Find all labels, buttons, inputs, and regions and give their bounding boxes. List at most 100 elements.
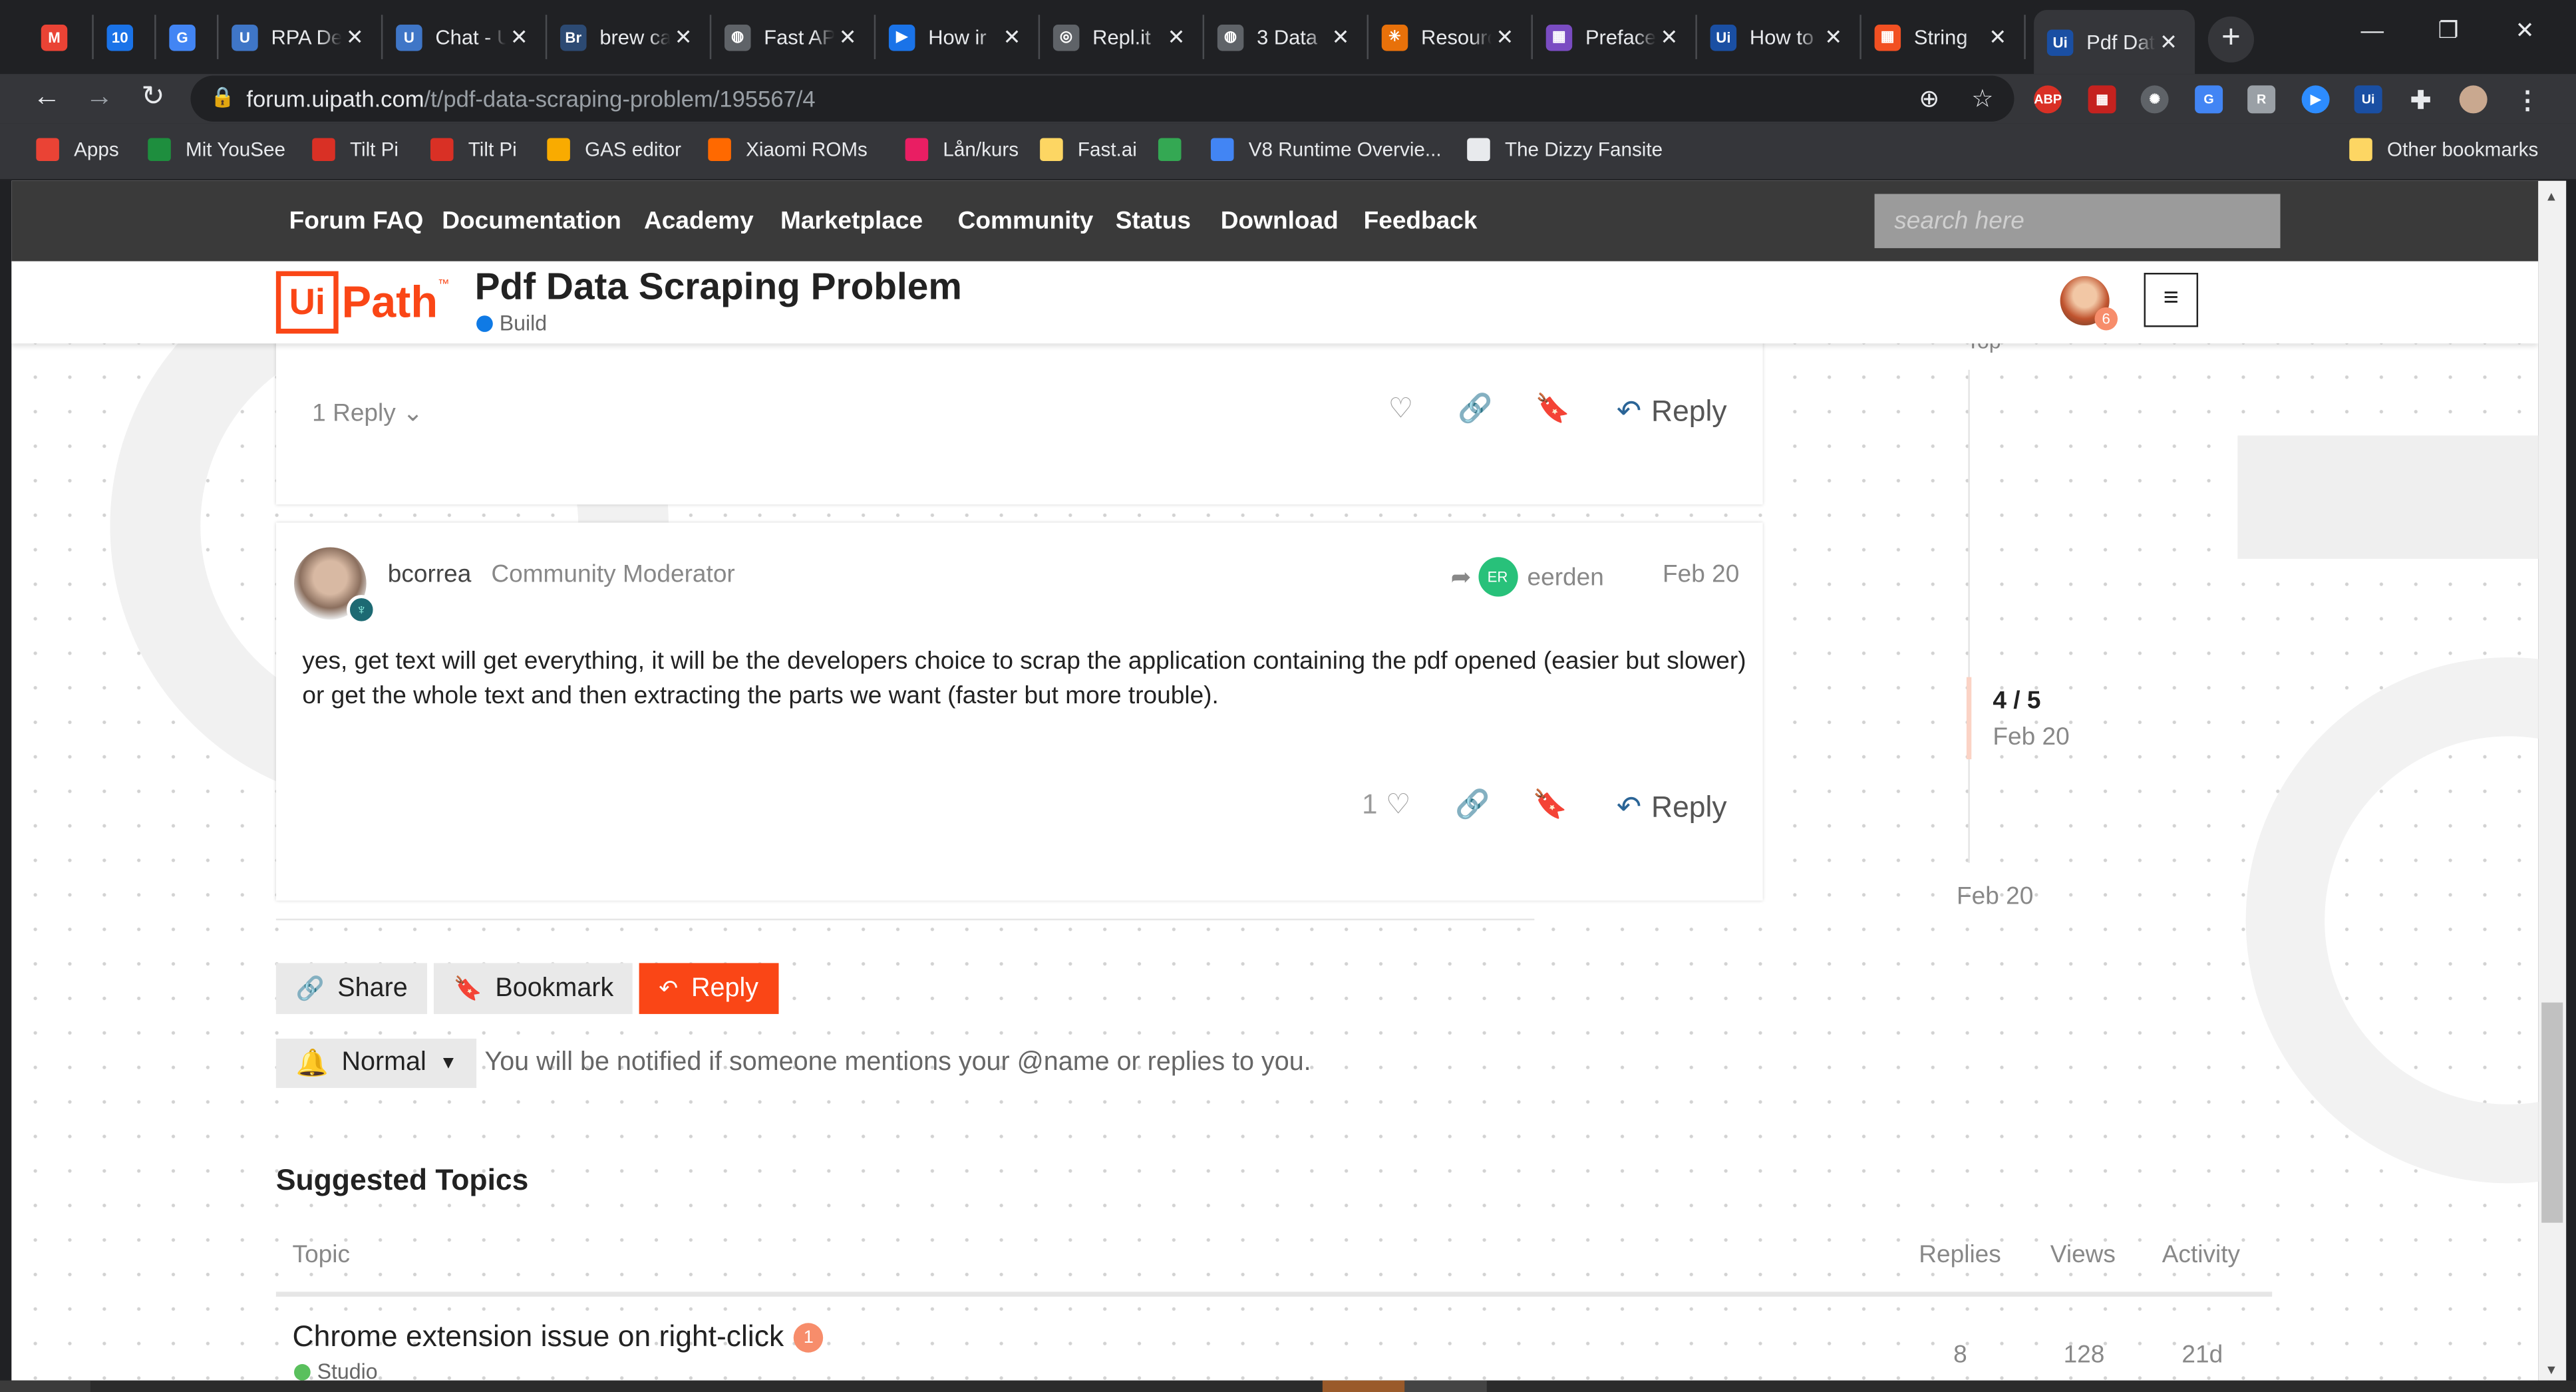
heart-icon[interactable]: ♡ bbox=[1388, 393, 1414, 425]
timeline-end-date[interactable]: Feb 20 bbox=[1957, 882, 2033, 910]
hamburger-menu-icon[interactable]: ≡ bbox=[2144, 273, 2199, 327]
browser-tab[interactable]: ◎ Repl.it ✕ bbox=[1040, 15, 1205, 59]
replies-toggle[interactable]: 1 Reply ⌄ bbox=[312, 398, 423, 427]
nav-link[interactable]: Academy bbox=[644, 207, 754, 235]
close-tab-icon[interactable]: ✕ bbox=[1327, 24, 1354, 51]
bookmark-star-icon[interactable]: ☆ bbox=[1971, 84, 1993, 113]
nav-link[interactable]: Marketplace bbox=[780, 207, 923, 235]
bookmark-item[interactable]: Mit YouSee bbox=[148, 138, 285, 162]
browser-tab[interactable]: ▦ Preface ✕ bbox=[1533, 15, 1697, 59]
bookmark-item[interactable]: The Dizzy Fansite bbox=[1467, 138, 1663, 162]
timeline-track[interactable] bbox=[1968, 369, 1970, 863]
adblock-icon[interactable]: ABP bbox=[2034, 85, 2062, 114]
reply-button[interactable]: ↶ Reply bbox=[1617, 395, 1727, 429]
extensions-puzzle-icon[interactable]: ✚ bbox=[2407, 85, 2435, 114]
zoom-extension-icon[interactable]: ▶ bbox=[2301, 85, 2330, 114]
browser-tab[interactable]: ◍ 3 Data ✕ bbox=[1204, 15, 1369, 59]
bookmark-item[interactable] bbox=[1158, 138, 1196, 162]
scroll-down-icon[interactable]: ▼ bbox=[2545, 1363, 2558, 1377]
nav-link[interactable]: Community bbox=[958, 207, 1094, 235]
translate-extension-icon[interactable]: G bbox=[2195, 85, 2223, 114]
timeline-handle[interactable] bbox=[1966, 677, 1972, 760]
nav-link[interactable]: Feedback bbox=[1364, 207, 1478, 235]
link-icon[interactable]: 🔗 bbox=[1458, 393, 1492, 425]
like-count[interactable]: 1 bbox=[1362, 789, 1377, 822]
bookmark-item[interactable]: Xiaomi ROMs bbox=[708, 138, 868, 162]
openai-extension-icon[interactable]: ✺ bbox=[2140, 85, 2169, 114]
url-text[interactable]: forum.uipath.com/t/pdf-data-scraping-pro… bbox=[246, 85, 815, 112]
scroll-up-icon[interactable]: ▲ bbox=[2545, 189, 2558, 204]
category-badge[interactable]: Build bbox=[476, 311, 547, 335]
search-box[interactable] bbox=[1874, 194, 2281, 248]
bookmark-item[interactable]: Fast.ai bbox=[1040, 138, 1137, 162]
bookmark-item[interactable]: Other bookmarks bbox=[2349, 138, 2538, 162]
close-tab-icon[interactable]: ✕ bbox=[834, 24, 861, 51]
nav-link[interactable]: Download bbox=[1221, 207, 1339, 235]
nav-link[interactable]: Forum FAQ bbox=[289, 207, 424, 235]
bookmark-icon[interactable]: 🔖 bbox=[1533, 789, 1567, 822]
browser-tab[interactable]: Ui How to ✕ bbox=[1697, 15, 1861, 59]
reply-button[interactable]: ↶ Reply bbox=[1617, 790, 1727, 825]
nav-link[interactable]: Documentation bbox=[442, 207, 621, 235]
browser-tab[interactable]: ◍ Fast API ✕ bbox=[711, 15, 876, 59]
close-tab-icon[interactable]: ✕ bbox=[2156, 29, 2182, 55]
topic-reply-button[interactable]: ↶ Reply bbox=[639, 963, 778, 1014]
new-tab-button[interactable]: + bbox=[2207, 16, 2255, 63]
close-tab-icon[interactable]: ✕ bbox=[1985, 24, 2011, 51]
notification-level-dropdown[interactable]: 🔔 Normal ▼ bbox=[275, 1038, 478, 1089]
post-author-name[interactable]: bcorrea bbox=[388, 560, 472, 588]
suggested-topic-category[interactable]: Studio bbox=[294, 1359, 378, 1381]
browser-tab[interactable]: U RPA Dev✕ bbox=[218, 15, 383, 59]
browser-tab[interactable]: ▶ How ir ✕ bbox=[876, 15, 1041, 59]
browser-tab[interactable]: ▦ String ✕ bbox=[1861, 15, 2026, 59]
forward-icon[interactable]: → bbox=[85, 81, 113, 113]
close-tab-icon[interactable]: ✕ bbox=[1492, 24, 1518, 51]
post-date[interactable]: Feb 20 bbox=[1663, 560, 1739, 588]
browser-tab[interactable]: G bbox=[156, 15, 219, 59]
page-title[interactable]: Pdf Data Scraping Problem bbox=[475, 265, 962, 309]
bookmark-button[interactable]: 🔖 Bookmark bbox=[433, 963, 633, 1014]
minimize-button[interactable]: — bbox=[2361, 17, 2384, 43]
address-bar[interactable]: 🔒 forum.uipath.com/t/pdf-data-scraping-p… bbox=[190, 75, 2014, 122]
bookmark-item[interactable]: Lån/kurs bbox=[905, 138, 1019, 162]
browser-tab[interactable]: Ui Pdf Data✕ bbox=[2034, 9, 2195, 75]
close-tab-icon[interactable]: ✕ bbox=[999, 24, 1025, 51]
close-tab-icon[interactable]: ✕ bbox=[1656, 24, 1683, 51]
browser-tab[interactable]: ✳ Resources✕ bbox=[1368, 15, 1533, 59]
bookmark-item[interactable]: Tilt Pi bbox=[430, 138, 517, 162]
add-icon[interactable]: ⊕ bbox=[1919, 84, 1939, 113]
close-tab-icon[interactable]: ✕ bbox=[1820, 24, 1847, 51]
link-icon[interactable]: 🔗 bbox=[1455, 789, 1490, 822]
bookmark-item[interactable]: Apps bbox=[36, 138, 119, 162]
reload-icon[interactable]: ↻ bbox=[141, 81, 164, 113]
close-tab-icon[interactable]: ✕ bbox=[342, 24, 369, 51]
close-tab-icon[interactable]: ✕ bbox=[671, 24, 697, 51]
notification-badge[interactable]: 6 bbox=[2094, 307, 2118, 331]
restore-button[interactable]: ❐ bbox=[2438, 17, 2459, 45]
suggested-topic-title[interactable]: Chrome extension issue on right-click bbox=[293, 1319, 784, 1354]
browser-tab[interactable]: 10 bbox=[94, 15, 156, 59]
browser-tab[interactable]: M bbox=[28, 15, 94, 59]
uipath-extension-icon[interactable]: Ui bbox=[2354, 85, 2382, 114]
unread-count-badge[interactable]: 1 bbox=[794, 1322, 824, 1352]
nav-link[interactable]: Status bbox=[1116, 207, 1191, 235]
heart-icon[interactable]: ♡ bbox=[1386, 789, 1411, 822]
scrollbar-thumb[interactable] bbox=[2541, 1002, 2563, 1223]
todo-extension-icon[interactable]: ▦ bbox=[2088, 85, 2116, 114]
close-window-button[interactable]: ✕ bbox=[2515, 17, 2535, 45]
back-icon[interactable]: ← bbox=[33, 81, 61, 113]
browser-tab[interactable]: Br brew cask✕ bbox=[547, 15, 712, 59]
bookmark-icon[interactable]: 🔖 bbox=[1535, 393, 1569, 425]
browser-tab[interactable]: U Chat - UiPath✕ bbox=[383, 15, 548, 59]
profile-avatar[interactable] bbox=[2459, 85, 2488, 114]
reply-to-tab[interactable]: ➦ ER eerden bbox=[1450, 557, 1604, 597]
share-button[interactable]: 🔗 Share bbox=[275, 963, 428, 1014]
chrome-menu-icon[interactable]: ⋮ bbox=[2513, 85, 2541, 114]
close-tab-icon[interactable]: ✕ bbox=[506, 24, 533, 51]
uipath-logo[interactable]: Ui Path ™ bbox=[275, 269, 449, 335]
bookmark-item[interactable]: V8 Runtime Overvie... bbox=[1210, 138, 1442, 162]
keep-extension-icon[interactable]: R bbox=[2247, 85, 2276, 114]
close-tab-icon[interactable]: ✕ bbox=[1163, 24, 1190, 51]
suggested-topic-link[interactable]: Chrome extension issue on right-click 1 bbox=[293, 1319, 824, 1354]
suggested-activity[interactable]: 21d bbox=[2181, 1341, 2223, 1369]
